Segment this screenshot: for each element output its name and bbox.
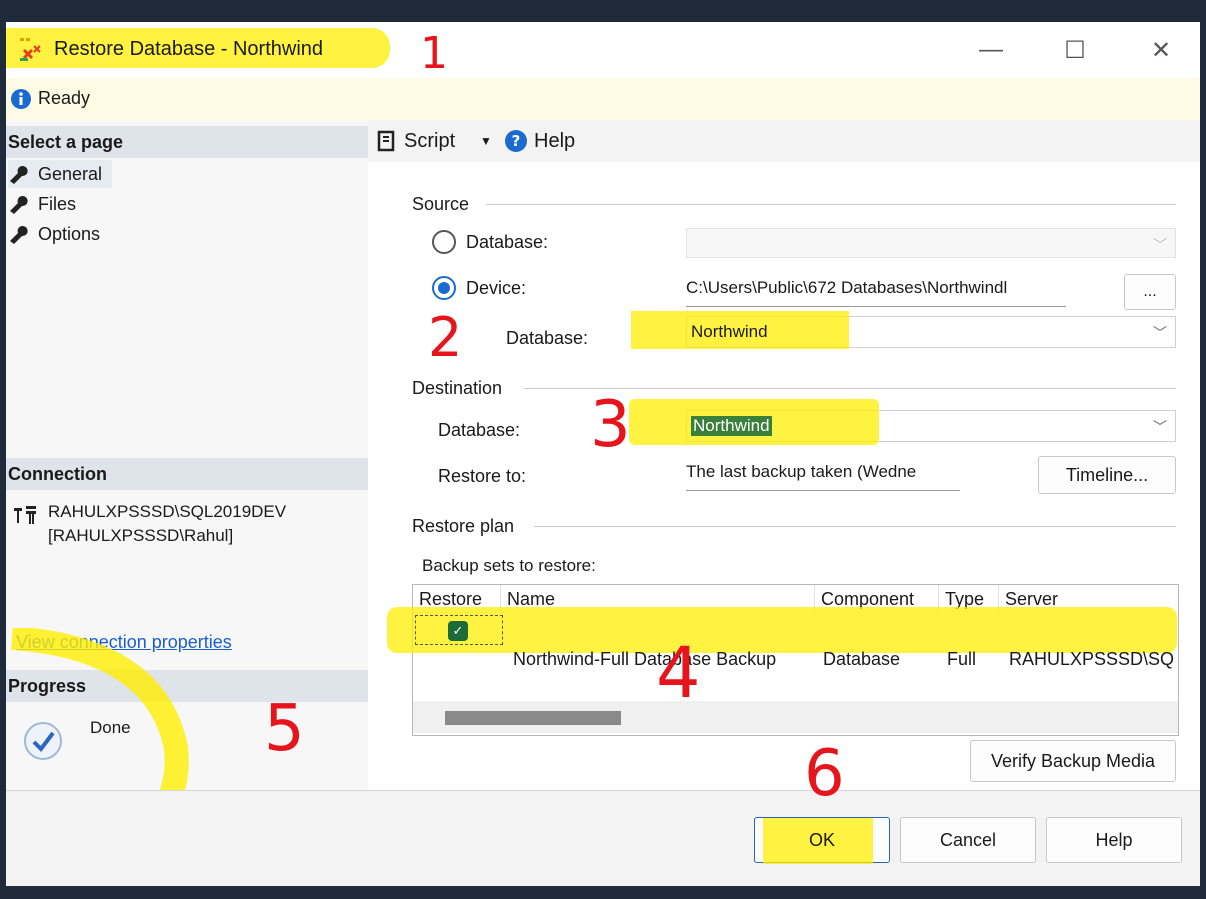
cancel-button[interactable]: Cancel (900, 817, 1036, 863)
backup-sets-grid: Restore Name Component Type Server ✓ Nor… (387, 584, 1179, 736)
device-path-value: C:\Users\Public\672 Databases\Northwindl (686, 278, 1008, 297)
row-server: RAHULXPSSSD\SQ (1009, 649, 1175, 669)
annotation-6: 6 (804, 737, 845, 811)
status-text: Ready (38, 88, 91, 108)
help-label: Help (534, 129, 576, 152)
script-icon (377, 130, 395, 152)
select-page-header: Select a page (6, 126, 368, 158)
destination-database-select[interactable]: Northwind ﹀ (629, 399, 1176, 445)
destination-group-label: Destination (412, 378, 503, 398)
device-radio-label: Device: (466, 278, 527, 298)
page-general-label: General (38, 163, 103, 184)
restore-checkbox-cell: ✓ (415, 615, 503, 645)
table-row[interactable]: ✓ Northwind-Full Database Backup Databas… (387, 607, 1178, 669)
toolbar: Script ▼ ? Help (368, 120, 1200, 162)
dialog-footer: 6 OK Cancel Help (6, 737, 1200, 886)
wrench-icon (8, 164, 30, 184)
annotation-1: 1 (420, 28, 448, 79)
minimize-button[interactable]: — (968, 32, 1014, 68)
app-icon (18, 36, 46, 69)
row-component: Database (823, 649, 901, 669)
chevron-down-icon: ﹀ (1153, 237, 1167, 253)
restore-to-label: Restore to: (438, 466, 527, 486)
horizontal-scrollbar[interactable] (413, 701, 1178, 733)
svg-text:?: ? (512, 132, 521, 150)
database-radio[interactable] (432, 230, 456, 254)
chevron-down-icon: ﹀ (1153, 419, 1167, 435)
database-radio-label: Database: (466, 232, 549, 252)
ok-label: OK (808, 829, 835, 850)
connection-server: RAHULXPSSSD\SQL2019DEV (48, 502, 287, 521)
script-label: Script (404, 129, 456, 152)
restore-plan-group-label: Restore plan (412, 516, 515, 536)
info-icon (10, 88, 32, 115)
chevron-down-icon: ﹀ (1153, 325, 1167, 341)
device-database-value: Northwind (691, 322, 768, 341)
source-group-label: Source (412, 194, 470, 214)
restore-database-dialog: Restore Database - Northwind 1 — ☐ ✕ Rea… (6, 22, 1200, 886)
connection-user: [RAHULXPSSSD\Rahul] (48, 526, 234, 545)
wrench-icon (8, 194, 30, 214)
page-files-label: Files (38, 193, 77, 214)
connection-header: Connection (6, 458, 368, 490)
restore-checkbox[interactable]: ✓ (448, 621, 468, 641)
annotation-4: 4 (656, 632, 701, 714)
verify-backup-media-button[interactable]: Verify Backup Media (970, 740, 1176, 782)
annotation-3: 3 (590, 388, 631, 462)
scrollbar-thumb[interactable] (445, 711, 621, 725)
help-button[interactable]: ? Help (504, 126, 575, 156)
close-button[interactable]: ✕ (1138, 32, 1184, 68)
help-icon: ? (505, 130, 527, 152)
status-bar: Ready (6, 78, 1200, 121)
page-files[interactable]: Files (8, 190, 76, 218)
source-divider (486, 204, 1176, 205)
destination-database-value: Northwind (691, 416, 772, 436)
source-database-select[interactable]: ﹀ (686, 228, 1176, 258)
server-connection-icon (12, 504, 40, 531)
title-bar: Restore Database - Northwind 1 — ☐ ✕ (6, 22, 1200, 79)
wrench-icon (8, 224, 30, 244)
maximize-button[interactable]: ☐ (1052, 32, 1098, 68)
timeline-button[interactable]: Timeline... (1038, 456, 1176, 494)
annotation-5: 5 (264, 692, 305, 766)
destination-database-label: Database: (438, 420, 521, 440)
script-button[interactable]: Script (376, 126, 455, 156)
device-database-select[interactable]: Northwind ﹀ (631, 311, 1176, 349)
window-title: Restore Database - Northwind (54, 38, 324, 60)
left-panel: Select a page General Files Options Conn… (6, 120, 369, 875)
annotation-2: 2 (428, 306, 463, 369)
device-database-label: Database: (506, 328, 589, 348)
restore-to-field[interactable]: The last backup taken (Wedne (686, 462, 960, 491)
row-type: Full (947, 649, 977, 669)
restore-to-value: The last backup taken (Wedne (686, 462, 917, 481)
page-options[interactable]: Options (8, 220, 100, 248)
general-page-panel: Script ▼ ? Help Source Database: ﹀ Devic… (368, 120, 1200, 790)
help-footer-button[interactable]: Help (1046, 817, 1182, 863)
backup-sets-label: Backup sets to restore: (422, 556, 596, 575)
restore-plan-divider (534, 526, 1176, 527)
device-radio[interactable] (432, 276, 456, 300)
page-options-label: Options (38, 223, 101, 244)
script-dropdown-icon[interactable]: ▼ (480, 134, 492, 148)
page-general[interactable]: General (8, 160, 112, 188)
device-path-field[interactable]: C:\Users\Public\672 Databases\Northwindl (686, 278, 1066, 307)
browse-device-button[interactable]: ... (1124, 274, 1176, 310)
ok-button[interactable]: OK (754, 817, 890, 864)
